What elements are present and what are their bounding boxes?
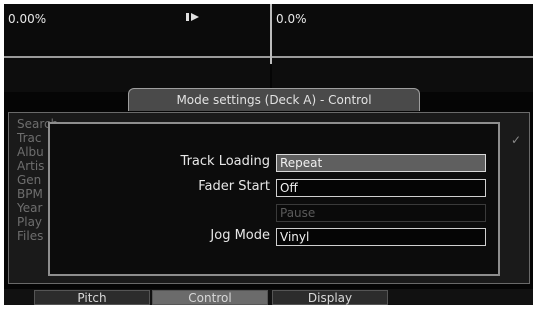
deck-left-panel: 0.00% [4,4,272,64]
track-loading-label: Track Loading [180,154,270,169]
checkmark-icon: ✓ [510,133,521,147]
jog-mode-label: Jog Mode [210,228,270,243]
tab-display[interactable]: Display [272,290,388,305]
bottom-tab-bar: Pitch Control Display [4,289,533,305]
browser-item-bpm[interactable]: BPM [17,187,43,201]
tab-control[interactable]: Control [152,290,268,305]
fader-start-label: Fader Start [198,179,270,194]
deck-left-waveform [4,56,270,92]
device-screen: 0.00% 0.0% Search Trac Albu Artis Gen BP… [4,4,533,305]
deck-right-waveform [272,56,533,92]
deck-right-panel: 0.0% [272,4,533,64]
deck-right-pitch: 0.0% [276,12,307,26]
tab-pitch[interactable]: Pitch [34,290,150,305]
browser-item-albums[interactable]: Albu [17,145,44,159]
jog-mode-field[interactable]: Vinyl [276,228,486,246]
fader-start-field[interactable]: Off [276,179,486,197]
browser-item-tracks[interactable]: Trac [17,131,41,145]
play-icon [186,13,199,21]
track-loading-field[interactable]: Repeat [276,154,486,172]
browser-item-artists[interactable]: Artis [17,159,44,173]
dialog-title: Mode settings (Deck A) - Control [128,88,420,111]
pause-field: Pause [276,204,486,222]
browser-item-genres[interactable]: Gen [17,173,41,187]
browser-item-files[interactable]: Files [17,229,43,243]
deck-left-pitch: 0.00% [8,12,47,26]
browser-item-year[interactable]: Year [17,201,42,215]
mode-settings-dialog: Track Loading Repeat Fader Start Off Pau… [48,122,500,276]
browser-item-playlists[interactable]: Play [17,215,42,229]
